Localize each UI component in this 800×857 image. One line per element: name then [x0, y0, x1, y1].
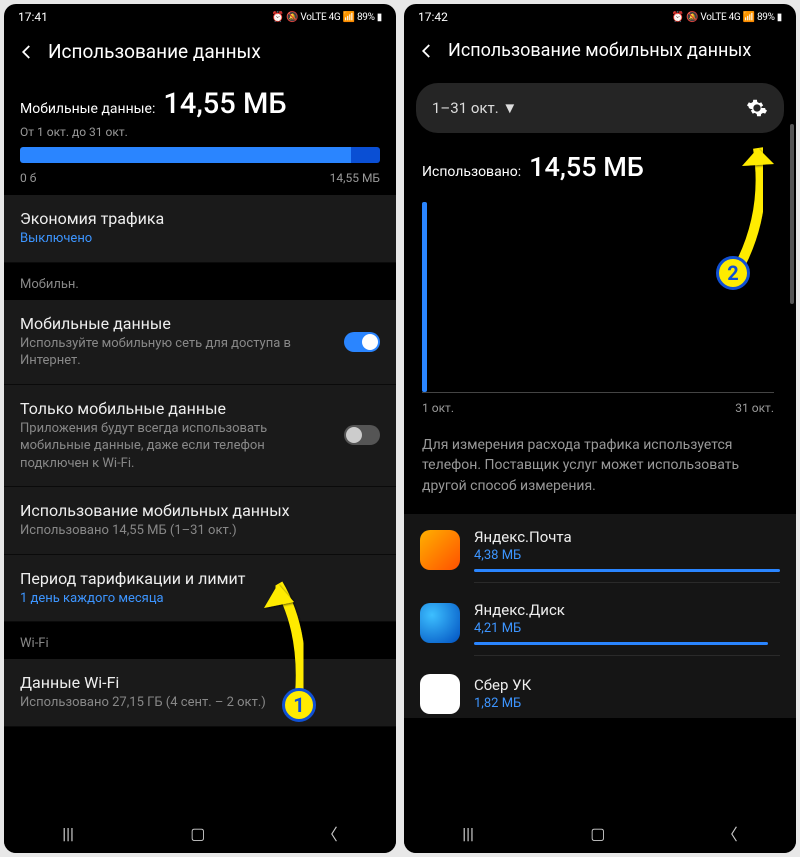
section-mobile: Мобильн. [4, 263, 396, 300]
recents-icon[interactable]: ||| [62, 824, 74, 843]
item-sub: Использовано 14,55 МБ (1–31 окт.) [20, 522, 380, 540]
nav-bar: ||| ▢ 〈 [4, 813, 396, 853]
badge-2: 2 [716, 256, 750, 290]
status-bar: 17:42 ⏰ 🔕 VoLTE 4G 📶 89% ▮ [404, 4, 796, 28]
phone-left: 17:41 ⏰ 🔕 VoLTE 4G 📶 89% ▮ Использование… [4, 4, 396, 853]
section-wifi: Wi-Fi [4, 622, 396, 659]
mobile-data-item[interactable]: Мобильные данные Используйте мобильную с… [4, 300, 396, 385]
item-sub: Использовано 27,15 ГБ (4 сент. – 2 окт.) [20, 694, 380, 712]
header: Использование данных [4, 28, 396, 81]
item-title: Экономия трафика [20, 209, 380, 228]
wifi-data-item[interactable]: Данные Wi-Fi Использовано 27,15 ГБ (4 се… [4, 659, 396, 727]
app-size: 4,38 МБ [474, 548, 780, 563]
app-icon-sber [420, 674, 460, 714]
item-sub: Используйте мобильную сеть для доступа в… [20, 335, 380, 370]
progress-min: 0 б [20, 171, 36, 185]
item-sub: Приложения будут всегда использовать моб… [20, 420, 380, 473]
back-nav-icon[interactable]: 〈 [322, 821, 338, 845]
chart-bar [422, 202, 427, 392]
app-size: 4,21 МБ [474, 621, 780, 636]
billing-period-item[interactable]: Период тарификации и лимит 1 день каждог… [4, 555, 396, 623]
info-note: Для измерения расхода трафика использует… [404, 429, 796, 514]
used-value: 14,55 МБ [529, 151, 644, 183]
status-icons: ⏰ 🔕 VoLTE 4G 📶 89% ▮ [672, 12, 782, 23]
status-time: 17:42 [418, 10, 448, 24]
home-icon[interactable]: ▢ [590, 824, 605, 843]
x-start: 1 окт. [422, 401, 454, 415]
nav-bar: ||| ▢ 〈 [404, 813, 796, 853]
mobile-data-label: Мобильные данные: [20, 101, 155, 117]
item-title: Мобильные данные [20, 314, 380, 333]
mobile-data-toggle[interactable] [344, 332, 380, 352]
period-selector[interactable]: 1–31 окт. ▼ [416, 83, 784, 133]
item-title: Только мобильные данные [20, 399, 380, 418]
progress-labels: 0 б 14,55 МБ [4, 167, 396, 195]
status-time: 17:41 [18, 10, 48, 24]
progress-max: 14,55 МБ [330, 171, 380, 185]
only-mobile-toggle[interactable] [344, 425, 380, 445]
back-icon[interactable] [18, 43, 36, 61]
app-row[interactable]: Сбер УК 1,82 МБ [404, 660, 796, 718]
x-end: 31 окт. [735, 401, 774, 415]
back-nav-icon[interactable]: 〈 [722, 821, 738, 845]
item-title: Использование мобильных данных [20, 501, 380, 520]
app-name: Яндекс.Диск [474, 601, 780, 619]
app-bar [474, 569, 780, 572]
period-text: 1–31 окт. ▼ [432, 99, 517, 117]
back-icon[interactable] [418, 42, 436, 60]
app-row[interactable]: Яндекс.Диск 4,21 МБ [404, 587, 796, 660]
scrollbar[interactable] [790, 124, 794, 304]
page-title: Использование мобильных данных [448, 40, 751, 61]
progress-bar [4, 147, 396, 167]
date-range: От 1 окт. до 31 окт. [4, 125, 396, 147]
used-label: Использовано: [422, 164, 521, 180]
phone-right: 17:42 ⏰ 🔕 VoLTE 4G 📶 89% ▮ Использование… [404, 4, 796, 853]
page-title: Использование данных [48, 40, 261, 63]
usage-chart [422, 193, 774, 393]
item-title: Период тарификации и лимит [20, 569, 380, 588]
header: Использование мобильных данных [404, 28, 796, 79]
app-name: Сбер УК [474, 676, 780, 694]
data-summary: Мобильные данные: 14,55 МБ [4, 81, 396, 125]
app-name: Яндекс.Почта [474, 528, 780, 546]
mobile-usage-item[interactable]: Использование мобильных данных Использов… [4, 487, 396, 555]
item-title: Данные Wi-Fi [20, 673, 380, 692]
mobile-data-value: 14,55 МБ [163, 87, 286, 121]
status-icons: ⏰ 🔕 VoLTE 4G 📶 89% ▮ [272, 12, 382, 23]
item-sub: Выключено [20, 230, 380, 248]
app-row[interactable]: Яндекс.Почта 4,38 МБ [404, 514, 796, 587]
only-mobile-item[interactable]: Только мобильные данные Приложения будут… [4, 385, 396, 488]
app-icon-yandex-mail [420, 530, 460, 570]
badge-1: 1 [282, 688, 316, 722]
home-icon[interactable]: ▢ [190, 824, 205, 843]
app-bar [474, 642, 768, 645]
used-summary: Использовано: 14,55 МБ [404, 143, 796, 185]
gear-icon[interactable] [746, 97, 768, 119]
chart-axis: 1 окт. 31 окт. [404, 397, 796, 429]
item-sub: 1 день каждого месяца [20, 590, 380, 608]
app-size: 1,82 МБ [474, 696, 780, 711]
traffic-economy-item[interactable]: Экономия трафика Выключено [4, 195, 396, 263]
app-icon-yandex-disk [420, 603, 460, 643]
recents-icon[interactable]: ||| [462, 824, 474, 843]
status-bar: 17:41 ⏰ 🔕 VoLTE 4G 📶 89% ▮ [4, 4, 396, 28]
